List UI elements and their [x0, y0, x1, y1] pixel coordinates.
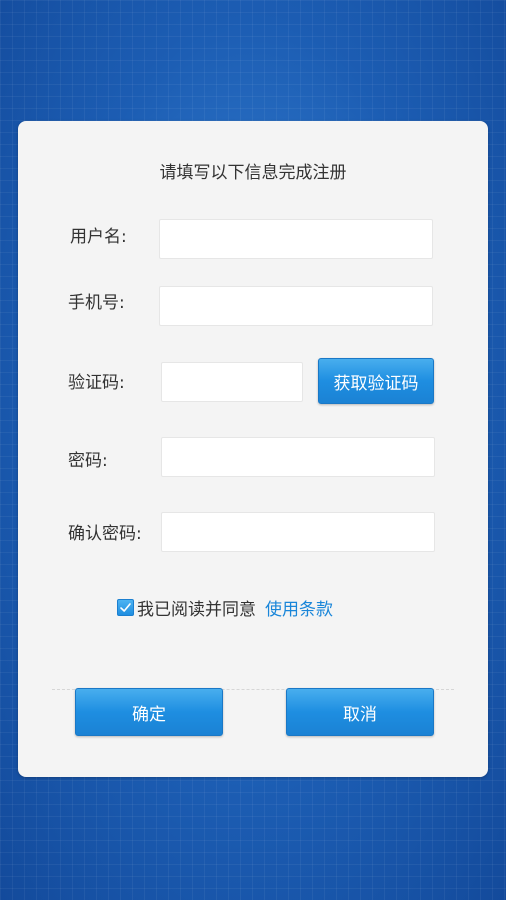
- phone-input[interactable]: [159, 286, 433, 326]
- confirm-password-label: 确认密码:: [68, 524, 142, 544]
- confirm-password-input[interactable]: [161, 512, 435, 552]
- verification-code-input[interactable]: [161, 362, 303, 402]
- agreement-row: 我已阅读并同意 使用条款: [117, 595, 333, 620]
- confirm-button[interactable]: 确定: [75, 688, 223, 736]
- checkmark-icon: [120, 603, 131, 612]
- username-input[interactable]: [159, 219, 433, 259]
- agree-checkbox[interactable]: [117, 599, 134, 616]
- agreement-text: 我已阅读并同意: [137, 600, 256, 620]
- terms-link[interactable]: 使用条款: [265, 595, 333, 620]
- username-label: 用户名:: [70, 227, 127, 247]
- verification-code-label: 验证码:: [68, 373, 125, 393]
- password-input[interactable]: [161, 437, 435, 477]
- form-heading: 请填写以下信息完成注册: [159, 163, 347, 183]
- get-code-button[interactable]: 获取验证码: [318, 358, 434, 404]
- phone-label: 手机号:: [68, 293, 125, 313]
- cancel-button[interactable]: 取消: [286, 688, 434, 736]
- registration-card: 请填写以下信息完成注册 用户名: 手机号: 验证码: 获取验证码 密码: 确认密…: [18, 121, 488, 777]
- password-label: 密码:: [68, 451, 108, 471]
